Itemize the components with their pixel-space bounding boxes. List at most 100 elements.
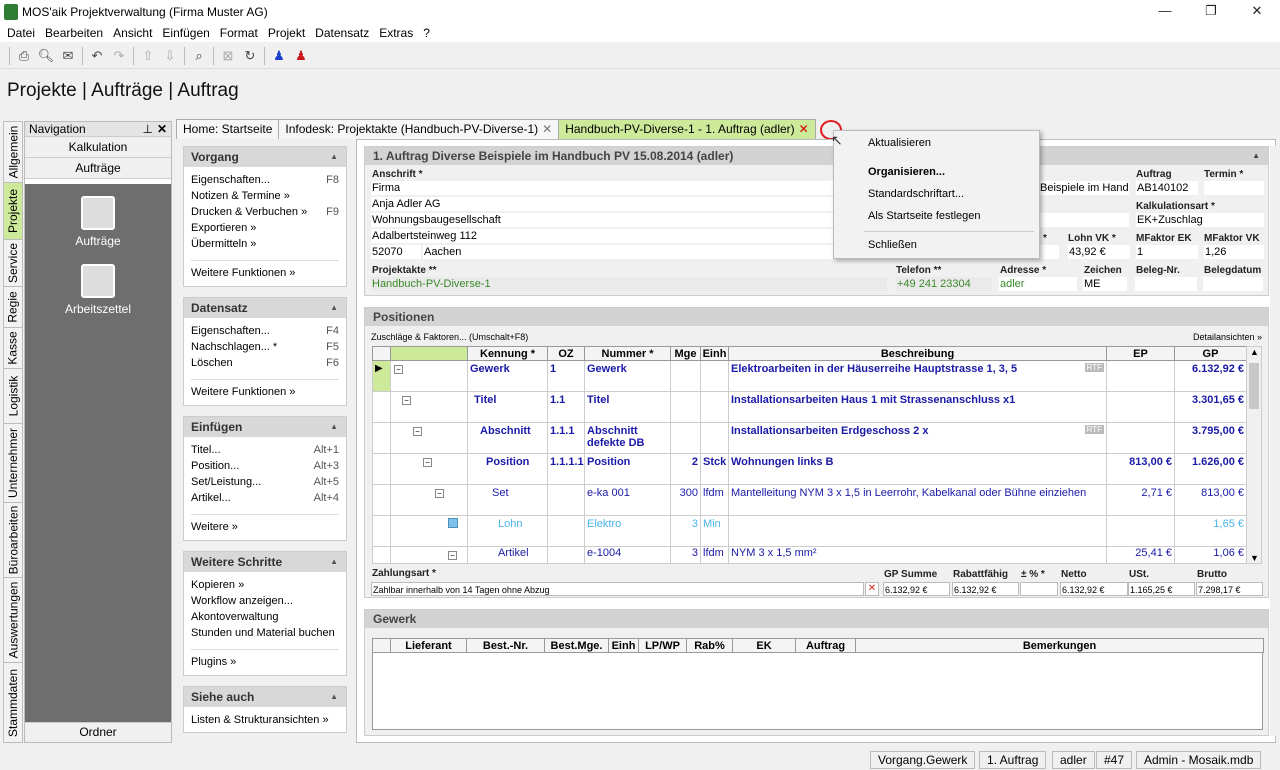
section-header[interactable]: Datensatz ▲	[184, 298, 346, 318]
vtab-allgemein[interactable]: Allgemein	[3, 121, 23, 183]
col-oz[interactable]: OZ	[547, 346, 585, 361]
collapse-icon[interactable]: ▲	[1252, 147, 1260, 165]
mail-icon[interactable]: ✉	[57, 45, 79, 67]
zahlungsart-field[interactable]: Zahlbar innerhalb von 14 Tagen ohne Abzu…	[371, 582, 864, 596]
ort-field[interactable]: Aachen	[423, 245, 836, 259]
table-row[interactable]: − Titel 1.1 Titel Installationsarbeiten …	[372, 391, 1247, 423]
row-selector[interactable]	[372, 484, 391, 516]
zuschlaege-link[interactable]: Zuschläge & Faktoren... (Umschalt+F8)	[371, 332, 528, 342]
table-row[interactable]: Lohn Elektro 3 Min 1,65 €	[372, 515, 1247, 547]
tree-collapse-icon[interactable]: −	[402, 396, 411, 405]
col-einh[interactable]: Einh	[608, 638, 639, 653]
collapse-icon[interactable]: ▲	[330, 147, 338, 167]
mfaktor-ek-field[interactable]: 1	[1136, 245, 1198, 259]
find-icon[interactable]: ⌕	[188, 45, 210, 67]
clear-icon[interactable]: ✕	[865, 582, 879, 596]
col-bemerkungen[interactable]: Bemerkungen	[855, 638, 1264, 653]
close-icon[interactable]: ✕	[157, 122, 167, 136]
print-icon[interactable]: ⎙	[13, 45, 35, 67]
lohn-ek-field[interactable]	[1039, 245, 1059, 259]
mfaktor-vk-field[interactable]: 1,26	[1204, 245, 1264, 259]
section-header[interactable]: Vorgang ▲	[184, 147, 346, 167]
tree-collapse-icon[interactable]: −	[394, 365, 403, 374]
menu-format[interactable]: Format	[215, 26, 263, 40]
tab-home[interactable]: Home: Startseite	[176, 119, 280, 139]
detailansichten-link[interactable]: Detailansichten »	[1193, 332, 1262, 342]
anschrift-line-4[interactable]: Adalbertsteinweg 112	[371, 229, 836, 243]
col-ek[interactable]: EK	[732, 638, 796, 653]
action-set-leistung[interactable]: Set/Leistung... Alt+5	[191, 474, 339, 490]
pin-icon[interactable]: ⊥	[143, 122, 153, 136]
menu-item-aktualisieren[interactable]: Aktualisieren	[868, 137, 931, 149]
nav-item-arbeitszettel[interactable]: Arbeitszettel	[25, 264, 171, 316]
menu-datensatz[interactable]: Datensatz	[310, 26, 374, 40]
section-header[interactable]: Einfügen ▲	[184, 417, 346, 437]
close-tab-icon[interactable]: ✕	[799, 122, 809, 136]
row-selector[interactable]	[372, 515, 391, 547]
auftrag-field[interactable]: AB140102	[1136, 181, 1198, 195]
collapse-icon[interactable]: ▲	[330, 552, 338, 572]
anschrift-line-2[interactable]: Anja Adler AG	[371, 197, 836, 211]
nav-item-auftraege[interactable]: Aufträge	[25, 196, 171, 248]
table-row[interactable]: ▶ − Gewerk 1 Gewerk Elektroarbeiten in d…	[372, 360, 1247, 392]
main-scrollbar[interactable]	[1270, 146, 1276, 736]
user-red-icon[interactable]: ♟	[290, 45, 312, 67]
menu-ansicht[interactable]: Ansicht	[108, 26, 157, 40]
col-lp-wp[interactable]: LP/WP	[638, 638, 687, 653]
action-weitere-funktionen[interactable]: Weitere Funktionen »	[191, 379, 339, 401]
tree-node[interactable]: −	[390, 546, 468, 564]
row-selector[interactable]: ▶	[372, 360, 391, 392]
action-plugins[interactable]: Plugins »	[191, 649, 339, 671]
action-notizen[interactable]: Notizen & Termine »	[191, 188, 339, 204]
menu-item-organisieren[interactable]: Organisieren...	[868, 166, 945, 178]
tree-collapse-icon[interactable]: −	[413, 427, 422, 436]
row-selector[interactable]	[372, 391, 391, 423]
col-kennung[interactable]: Kennung *	[467, 346, 548, 361]
action-loeschen[interactable]: Löschen F6	[191, 355, 339, 371]
collapse-icon[interactable]: ▲	[330, 687, 338, 707]
tree-node[interactable]: −	[390, 391, 468, 423]
minimize-button[interactable]: —	[1142, 0, 1188, 24]
redo-icon[interactable]: ↷	[108, 45, 130, 67]
tree-collapse-icon[interactable]: −	[423, 458, 432, 467]
lohn-vk-field[interactable]: 43,92 €	[1068, 245, 1130, 259]
col-nummer[interactable]: Nummer *	[584, 346, 671, 361]
termin-field[interactable]	[1204, 181, 1264, 195]
row-selector[interactable]	[372, 453, 391, 485]
col-mge[interactable]: Mge	[670, 346, 701, 361]
user-blue-icon[interactable]: ♟	[268, 45, 290, 67]
action-uebermitteln[interactable]: Übermitteln »	[191, 236, 339, 252]
vtab-projekte[interactable]: Projekte	[3, 182, 23, 240]
action-stunden[interactable]: Stunden und Material buchen	[191, 625, 339, 641]
vtab-service[interactable]: Service	[3, 239, 23, 287]
menu-datei[interactable]: Datei	[2, 26, 40, 40]
col-ep[interactable]: EP	[1106, 346, 1175, 361]
table-row[interactable]: − Artikel e-1004 3 lfdm NYM 3 x 1,5 mm² …	[372, 546, 1247, 564]
tree-node[interactable]: −	[390, 453, 468, 485]
refresh-icon[interactable]: ↻	[239, 45, 261, 67]
zeichen-field[interactable]: ME	[1083, 277, 1127, 291]
row-selector[interactable]	[372, 546, 391, 564]
menu-help[interactable]: ?	[418, 26, 435, 40]
close-window-button[interactable]: ✕	[1234, 0, 1280, 24]
col-gp[interactable]: GP	[1174, 346, 1247, 361]
tree-node[interactable]: −	[390, 422, 468, 454]
col-auftrag[interactable]: Auftrag	[795, 638, 856, 653]
print-preview-icon[interactable]: 🔍︎	[35, 45, 57, 67]
action-artikel[interactable]: Artikel... Alt+4	[191, 490, 339, 506]
vertical-scrollbar[interactable]: ▲ ▼	[1246, 346, 1262, 564]
table-row[interactable]: − Position 1.1.1.1 Position 2 Stck Wohnu…	[372, 453, 1247, 485]
action-eigenschaften[interactable]: Eigenschaften... F4	[191, 323, 339, 339]
menu-item-standardschriftart[interactable]: Standardschriftart...	[868, 188, 964, 200]
menu-projekt[interactable]: Projekt	[263, 26, 310, 40]
menu-item-startseite[interactable]: Als Startseite festlegen	[868, 210, 981, 222]
action-nachschlagen[interactable]: Nachschlagen... * F5	[191, 339, 339, 355]
nav-footer-ordner[interactable]: Ordner	[25, 722, 171, 742]
kalkulationsart-field[interactable]: EK+Zuschlag	[1136, 213, 1264, 227]
undo-icon[interactable]: ↶	[86, 45, 108, 67]
collapse-icon[interactable]: ▲	[330, 298, 338, 318]
tab-auftrag[interactable]: Handbuch-PV-Diverse-1 - 1. Auftrag (adle…	[558, 119, 816, 139]
tree-node[interactable]: −	[390, 484, 468, 516]
move-up-icon[interactable]: ⇧	[137, 45, 159, 67]
telefon-field[interactable]: +49 241 23304	[896, 277, 992, 291]
